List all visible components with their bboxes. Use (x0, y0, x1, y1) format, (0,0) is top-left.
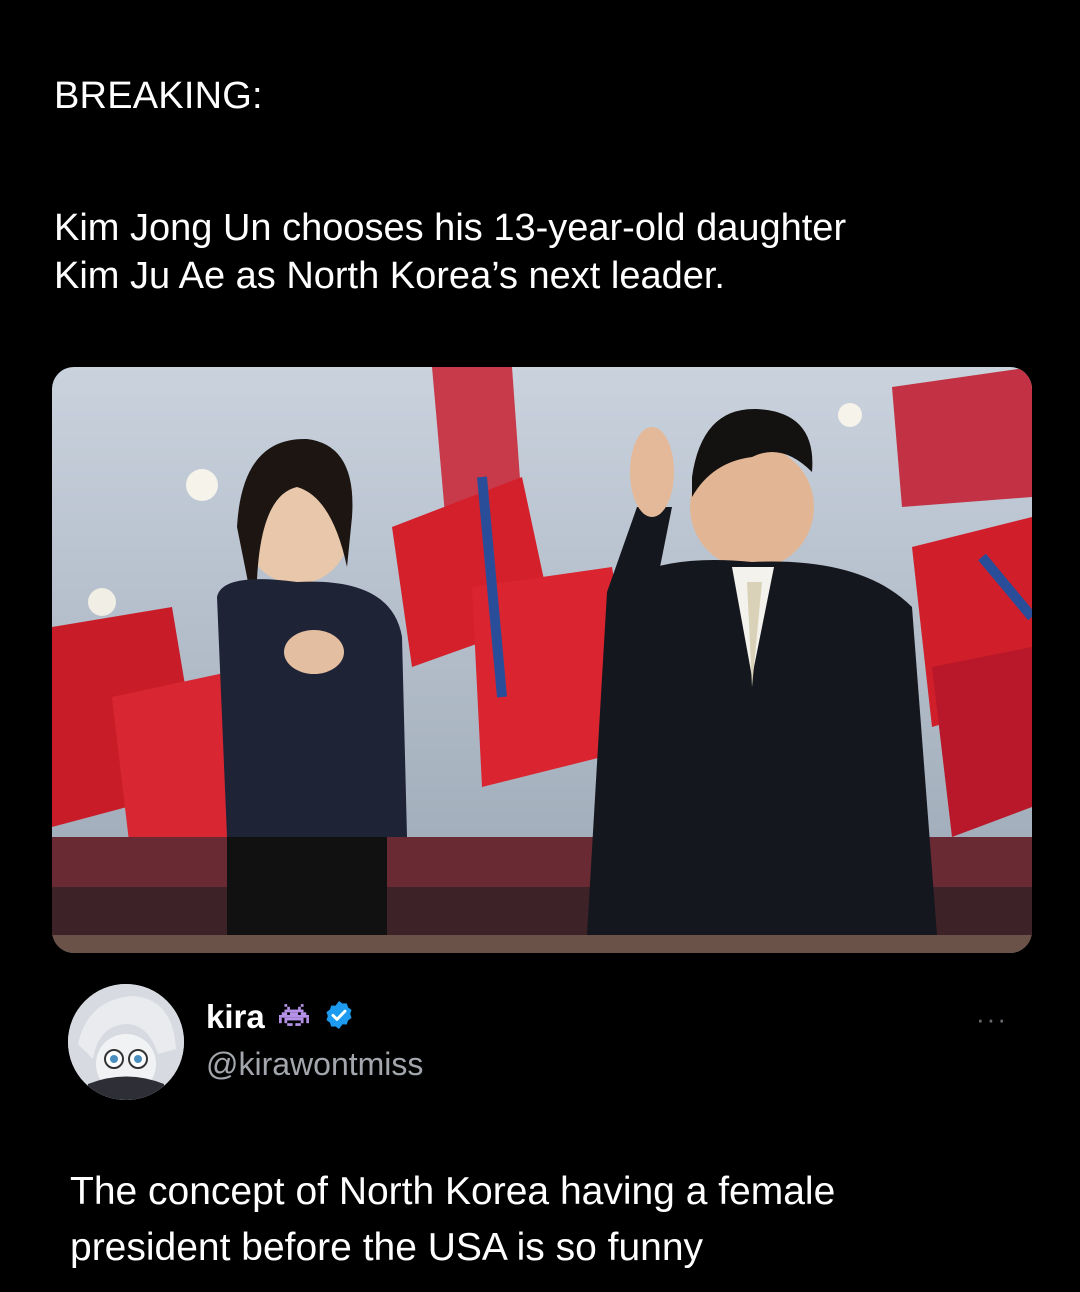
tweet-author[interactable]: kira @kirawontmiss ··· (68, 984, 1028, 1104)
quoted-text-block: BREAKING: Kim Jong Un chooses his 13-yea… (54, 72, 1034, 300)
more-options-icon[interactable]: ··· (976, 1004, 1008, 1035)
photo-illustration (52, 367, 1032, 953)
tweet-text-line-2: president before the USA is so funny (70, 1226, 704, 1269)
news-photo[interactable] (52, 367, 1032, 953)
headline-line-2: Kim Ju Ae as North Korea’s next leader. (54, 255, 725, 297)
space-invader-icon (278, 1003, 309, 1032)
verified-check-icon[interactable] (323, 999, 355, 1036)
name-row: kira (206, 998, 355, 1036)
tweet-text-line-1: The concept of North Korea having a fema… (70, 1170, 836, 1213)
avatar-image (68, 984, 184, 1100)
handle[interactable]: @kirawontmiss (206, 1046, 423, 1083)
headline-line-1: Kim Jong Un chooses his 13-year-old daug… (54, 207, 847, 249)
breaking-label: BREAKING: (54, 75, 263, 117)
display-name[interactable]: kira (206, 998, 265, 1036)
avatar[interactable] (68, 984, 184, 1100)
headline: Kim Jong Un chooses his 13-year-old daug… (54, 204, 1034, 300)
tweet-text: The concept of North Korea having a fema… (70, 1164, 1030, 1276)
